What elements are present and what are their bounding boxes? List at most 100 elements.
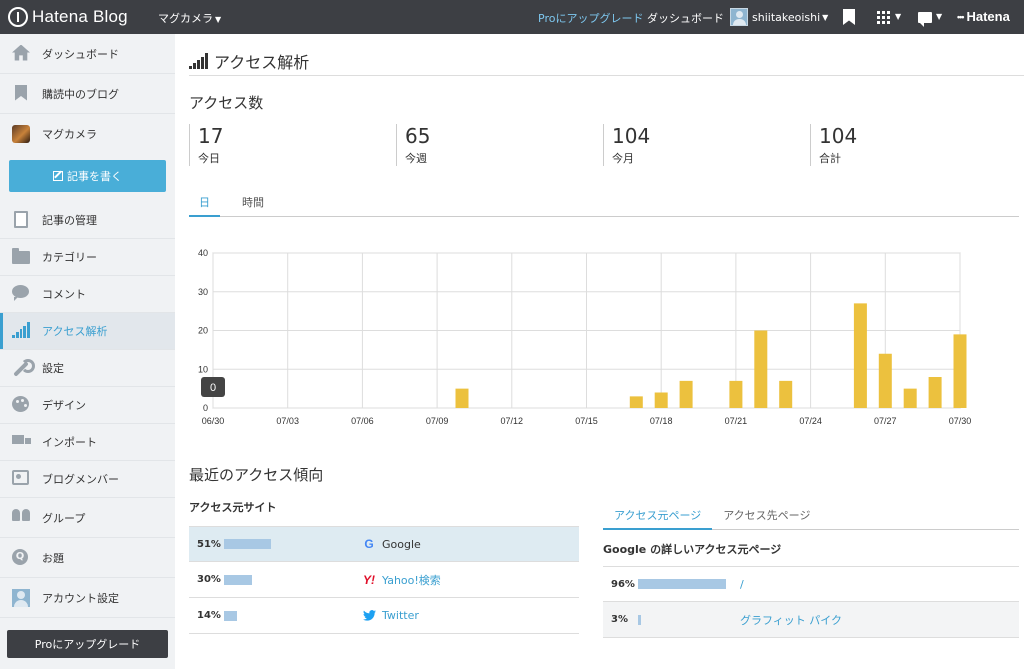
dashboard-link[interactable]: ダッシュボード: [647, 10, 724, 26]
stat-label: 合計: [819, 152, 841, 165]
hatena-logo-icon: [8, 7, 28, 27]
source-percent: 14%: [197, 610, 221, 621]
source-percent: 30%: [197, 574, 221, 585]
sidebar-item-design[interactable]: デザイン: [0, 387, 175, 424]
page-bar: [638, 614, 641, 625]
stat-value: 65: [405, 124, 431, 148]
chart-bar: [953, 334, 967, 408]
sidebar-item-articles[interactable]: 記事の管理: [0, 202, 175, 239]
x-tick-label: 07/18: [650, 416, 673, 426]
sidebar-item-groups[interactable]: グループ: [0, 498, 175, 538]
blog-thumbnail: [12, 125, 30, 143]
list-item[interactable]: 51% G Google: [189, 526, 579, 562]
chart-tooltip-value: 0: [210, 382, 216, 394]
source-bar: [224, 539, 271, 549]
page-link[interactable]: /: [740, 578, 744, 591]
x-tick-label: 06/30: [202, 416, 225, 426]
y-tick-label: 40: [198, 248, 208, 258]
stat-label: 今週: [405, 152, 427, 165]
sidebar-item-dashboard[interactable]: ダッシュボード: [0, 34, 175, 74]
tab-landing-pages[interactable]: アクセス先ページ: [712, 499, 821, 530]
chevron-down-icon: ▼: [215, 15, 222, 24]
blog-switcher[interactable]: マグカメラ ▼: [158, 10, 221, 26]
sidebar-item-topics[interactable]: Q お題: [0, 538, 175, 578]
chevron-down-icon: ▼: [895, 12, 902, 21]
stat-month: 104 今月: [603, 124, 810, 166]
source-bar: [224, 574, 252, 585]
sidebar-item-access-analytics[interactable]: アクセス解析: [0, 313, 175, 350]
comment-icon: [12, 285, 30, 303]
folder-icon: [12, 248, 30, 266]
pro-upgrade-link[interactable]: Proにアップグレード: [538, 10, 643, 26]
sidebar-item-label: コメント: [42, 288, 86, 301]
wrench-icon: [12, 359, 35, 377]
list-item[interactable]: 3% グラフィット パイク: [603, 602, 1019, 638]
list-item[interactable]: 96% /: [603, 566, 1019, 602]
list-item[interactable]: 14% Twitter: [189, 598, 579, 634]
sidebar-item-label: マグカメラ: [42, 128, 97, 141]
message-icon[interactable]: [918, 12, 932, 27]
pencil-icon: [53, 171, 63, 181]
source-name[interactable]: Yahoo!検索: [382, 572, 441, 588]
write-article-button[interactable]: 記事を書く: [9, 160, 166, 192]
hatena-blog-logo[interactable]: Hatena Blog: [8, 6, 128, 28]
source-name: Google: [382, 537, 421, 551]
source-name[interactable]: Twitter: [382, 609, 419, 622]
access-bar-chart: 01020304006/30 07/03 07/06 07/09 07/12 07/15 0…: [198, 248, 972, 426]
tab-hour[interactable]: 時間: [232, 187, 274, 217]
sidebar-item-label: 購読中のブログ: [42, 87, 119, 101]
tab-day[interactable]: 日: [189, 187, 220, 217]
page-link[interactable]: グラフィット パイク: [740, 612, 842, 628]
chart-bar: [729, 380, 743, 408]
palette-icon: [12, 396, 30, 414]
list-item[interactable]: 30% Y! Yahoo!検索: [189, 562, 579, 598]
sidebar-item-label: グループ: [42, 511, 86, 525]
stat-week: 65 今週: [396, 124, 603, 166]
referrer-pages-list: 96% / 3% グラフィット パイク: [603, 566, 1019, 638]
access-count-title: アクセス数: [189, 94, 264, 112]
write-article-label: 記事を書く: [67, 170, 122, 183]
access-chart: 0 10 20 30 40 06/30 07/03 07/06 07/09 07/12 07/15 0…: [189, 239, 1019, 439]
sidebar-item-settings[interactable]: 設定: [0, 350, 175, 387]
avatar: [730, 8, 748, 26]
x-tick-label: 07/06: [351, 416, 374, 426]
chart-bar: [654, 392, 668, 408]
sidebar-item-categories[interactable]: カテゴリー: [0, 239, 175, 276]
tab-referrer-pages[interactable]: アクセス元ページ: [603, 499, 713, 530]
stat-today: 17 今日: [189, 124, 396, 166]
chart-period-tabs: 日 時間: [189, 187, 1019, 217]
recent-trend-title: 最近のアクセス傾向: [189, 466, 324, 484]
blog-switcher-label: マグカメラ: [158, 12, 213, 25]
x-tick-label: 07/30: [949, 416, 972, 426]
google-icon: G: [364, 537, 374, 551]
chart-bar: [779, 380, 793, 408]
hatena-dots-icon: •••: [957, 11, 965, 22]
bookmark-icon[interactable]: [843, 9, 855, 25]
stat-total: 104 合計: [810, 124, 1017, 166]
page-header: アクセス解析: [189, 49, 309, 73]
user-menu[interactable]: shiitakeoishi ▼: [730, 8, 828, 26]
y-tick-label: 20: [198, 326, 208, 336]
sidebar-item-import[interactable]: インポート: [0, 424, 175, 461]
pro-upgrade-button[interactable]: Proにアップグレード: [7, 630, 168, 658]
members-icon: [12, 470, 30, 488]
sidebar-item-blog[interactable]: マグカメラ: [0, 114, 175, 154]
sidebar-item-label: 設定: [42, 362, 64, 375]
sidebar-item-label: カテゴリー: [42, 251, 97, 264]
access-stats: 17 今日 65 今週 104 今月 104 合計: [189, 124, 1019, 166]
sidebar-item-account-settings[interactable]: アカウント設定: [0, 578, 175, 618]
chevron-down-icon: ▼: [822, 12, 829, 22]
username: shiitakeoishi: [752, 10, 821, 24]
x-tick-label: 07/03: [276, 416, 299, 426]
sidebar-item-comments[interactable]: コメント: [0, 276, 175, 313]
sidebar-item-label: アクセス解析: [42, 325, 108, 338]
bookmark-icon: [12, 84, 30, 103]
stat-value: 104: [612, 124, 651, 148]
sidebar-item-subscriptions[interactable]: 購読中のブログ: [0, 74, 175, 114]
sidebar-item-blog-members[interactable]: ブログメンバー: [0, 461, 175, 498]
apps-grid-icon[interactable]: [877, 11, 890, 24]
yahoo-icon: Y!: [363, 572, 375, 587]
hatena-brand-link[interactable]: ••• Hatena: [957, 9, 1010, 24]
stat-value: 17: [198, 124, 224, 148]
page-title: アクセス解析: [214, 53, 310, 72]
